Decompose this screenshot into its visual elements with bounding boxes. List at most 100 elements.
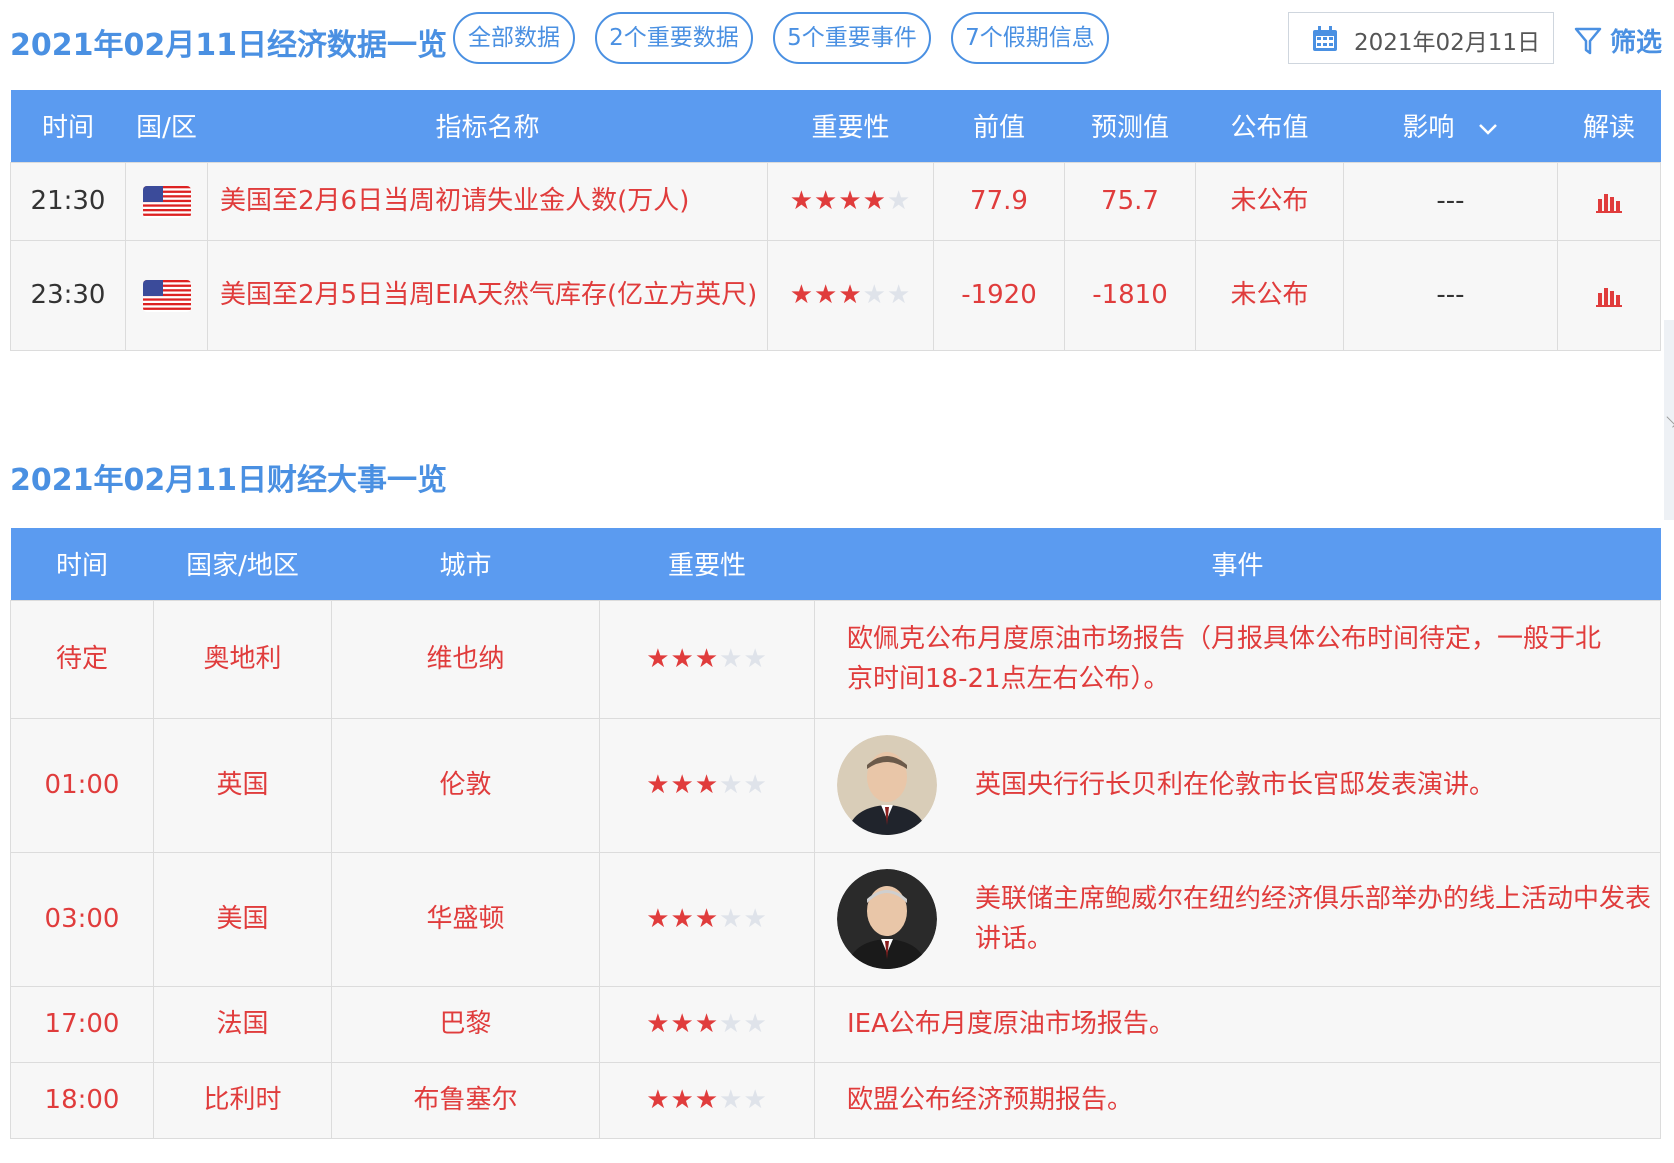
event-city: 维也纳	[331, 599, 600, 719]
star-filled-icon: ★	[862, 186, 887, 216]
star-filled-icon: ★	[789, 186, 815, 216]
row-flag	[125, 161, 208, 241]
event-time: 待定	[10, 599, 154, 719]
star-empty-icon: ★	[719, 1009, 744, 1039]
event-city: 华盛顿	[331, 851, 600, 987]
col-analysis: 解读	[1557, 90, 1661, 162]
col-time: 时间	[10, 90, 126, 162]
event-city: 巴黎	[331, 985, 600, 1063]
event-country: 法国	[153, 985, 332, 1063]
col-impact[interactable]: 影响	[1343, 90, 1558, 162]
bar-chart-icon[interactable]	[1596, 285, 1622, 307]
row-previous: -1920	[933, 239, 1065, 351]
row-impact: ---	[1343, 161, 1558, 241]
row-importance: ★★★★★	[767, 239, 934, 351]
event-importance: ★★★★★	[599, 717, 815, 853]
star-empty-icon: ★	[743, 1085, 768, 1115]
star-empty-icon: ★	[862, 280, 887, 310]
us-flag-icon	[142, 185, 191, 218]
importance-stars: ★★★★★	[646, 1085, 768, 1115]
importance-stars: ★★★★★	[790, 280, 912, 310]
event-description[interactable]: 美联储主席鲍威尔在纽约经济俱乐部举办的线上活动中发表讲话。	[975, 879, 1652, 959]
row-flag	[125, 239, 208, 351]
star-empty-icon: ★	[719, 904, 744, 934]
row-forecast: 75.7	[1064, 161, 1196, 241]
star-empty-icon: ★	[719, 1085, 744, 1115]
calendar-icon	[1313, 26, 1337, 51]
filter-holidays-button[interactable]: 7个假期信息	[951, 12, 1109, 64]
star-empty-icon: ★	[743, 904, 768, 934]
event-city: 伦敦	[331, 717, 600, 853]
event-row: 01:00 英国 伦敦 ★★★★★ 英国央行行长贝利在伦敦市长官邸发表演讲。	[10, 717, 1661, 853]
star-filled-icon: ★	[646, 1009, 671, 1039]
event-importance: ★★★★★	[599, 599, 815, 719]
row-indicator-name[interactable]: 美国至2月6日当周初请失业金人数(万人)	[207, 161, 768, 241]
filter-important-data-button[interactable]: 2个重要数据	[595, 12, 753, 64]
star-filled-icon: ★	[670, 904, 695, 934]
data-table-row: 23:30 美国至2月5日当周EIA天然气库存(亿立方英尺) ★★★★★ -1920-…	[10, 239, 1661, 351]
col-actual: 公布值	[1195, 90, 1344, 162]
date-value: 2021年02月11日	[1354, 30, 1541, 56]
event-country: 英国	[153, 717, 332, 853]
star-filled-icon: ★	[646, 904, 671, 934]
event-importance: ★★★★★	[599, 1061, 815, 1139]
star-filled-icon: ★	[814, 186, 839, 216]
events-table-header: 时间 国家/地区 城市 重要性 事件	[10, 528, 1661, 600]
star-filled-icon: ★	[789, 280, 815, 310]
star-filled-icon: ★	[694, 644, 720, 674]
importance-stars: ★★★★★	[790, 186, 912, 216]
filter-button[interactable]: 筛选	[1574, 20, 1664, 60]
top-bar: 2021年02月11日经济数据一览 全部数据 2个重要数据 5个重要事件 7个假…	[10, 12, 1662, 68]
row-actual: 未公布	[1195, 239, 1344, 351]
star-empty-icon: ★	[719, 770, 744, 800]
star-filled-icon: ★	[670, 1009, 695, 1039]
col-event-description: 事件	[814, 528, 1661, 600]
events-table: 时间 国家/地区 城市 重要性 事件 待定 奥地利 维也纳 ★★★★★ 欧佩克公布月度原…	[10, 528, 1661, 1139]
star-empty-icon: ★	[886, 186, 912, 216]
side-scroll-handle[interactable]	[1664, 320, 1674, 520]
star-filled-icon: ★	[646, 1085, 671, 1115]
col-previous: 前值	[933, 90, 1065, 162]
star-filled-icon: ★	[838, 280, 863, 310]
event-country: 奥地利	[153, 599, 332, 719]
filter-important-events-button[interactable]: 5个重要事件	[773, 12, 931, 64]
star-filled-icon: ★	[814, 280, 839, 310]
event-description[interactable]: IEA公布月度原油市场报告。	[814, 985, 1661, 1063]
event-city: 布鲁塞尔	[331, 1061, 600, 1139]
row-analysis[interactable]	[1557, 239, 1661, 351]
star-filled-icon: ★	[670, 1085, 695, 1115]
filter-all-data-button[interactable]: 全部数据	[453, 12, 575, 64]
row-indicator-name[interactable]: 美国至2月5日当周EIA天然气库存(亿立方英尺)	[207, 239, 768, 351]
bar-chart-icon[interactable]	[1596, 191, 1622, 213]
col-event-time: 时间	[10, 528, 154, 600]
event-country: 比利时	[153, 1061, 332, 1139]
event-importance: ★★★★★	[599, 851, 815, 987]
importance-stars: ★★★★★	[646, 644, 768, 674]
event-description[interactable]: 欧盟公布经济预期报告。	[814, 1061, 1661, 1139]
star-empty-icon: ★	[743, 770, 768, 800]
event-description[interactable]: 英国央行行长贝利在伦敦市长官邸发表演讲。	[975, 765, 1495, 805]
col-region: 国/区	[125, 90, 208, 162]
event-time: 03:00	[10, 851, 154, 987]
star-filled-icon: ★	[646, 770, 671, 800]
event-country: 美国	[153, 851, 332, 987]
importance-stars: ★★★★★	[646, 770, 768, 800]
star-empty-icon: ★	[743, 644, 768, 674]
row-time: 21:30	[10, 161, 126, 241]
data-table-row: 21:30 美国至2月6日当周初请失业金人数(万人) ★★★★★ 77.9 75.7 未公…	[10, 161, 1661, 241]
chevron-down-icon	[1478, 123, 1497, 135]
date-picker[interactable]: 2021年02月11日	[1288, 12, 1554, 64]
row-analysis[interactable]	[1557, 161, 1661, 241]
event-description[interactable]: 欧佩克公布月度原油市场报告（月报具体公布时间待定，一般于北京时间18-21点左右…	[814, 599, 1661, 719]
data-table-header: 时间 国/区 指标名称 重要性 前值 预测值 公布值 影响 解读	[10, 90, 1661, 162]
star-filled-icon: ★	[670, 644, 695, 674]
importance-stars: ★★★★★	[646, 1009, 768, 1039]
speaker-portrait	[837, 735, 937, 835]
event-row: 03:00 美国 华盛顿 ★★★★★ 美联储主席鲍威尔在纽约经济俱乐部举办的线上活动中发…	[10, 851, 1661, 987]
row-time: 23:30	[10, 239, 126, 351]
event-time: 01:00	[10, 717, 154, 853]
star-filled-icon: ★	[694, 904, 720, 934]
page-title: 2021年02月11日经济数据一览	[10, 28, 447, 63]
event-time: 17:00	[10, 985, 154, 1063]
row-importance: ★★★★★	[767, 161, 934, 241]
